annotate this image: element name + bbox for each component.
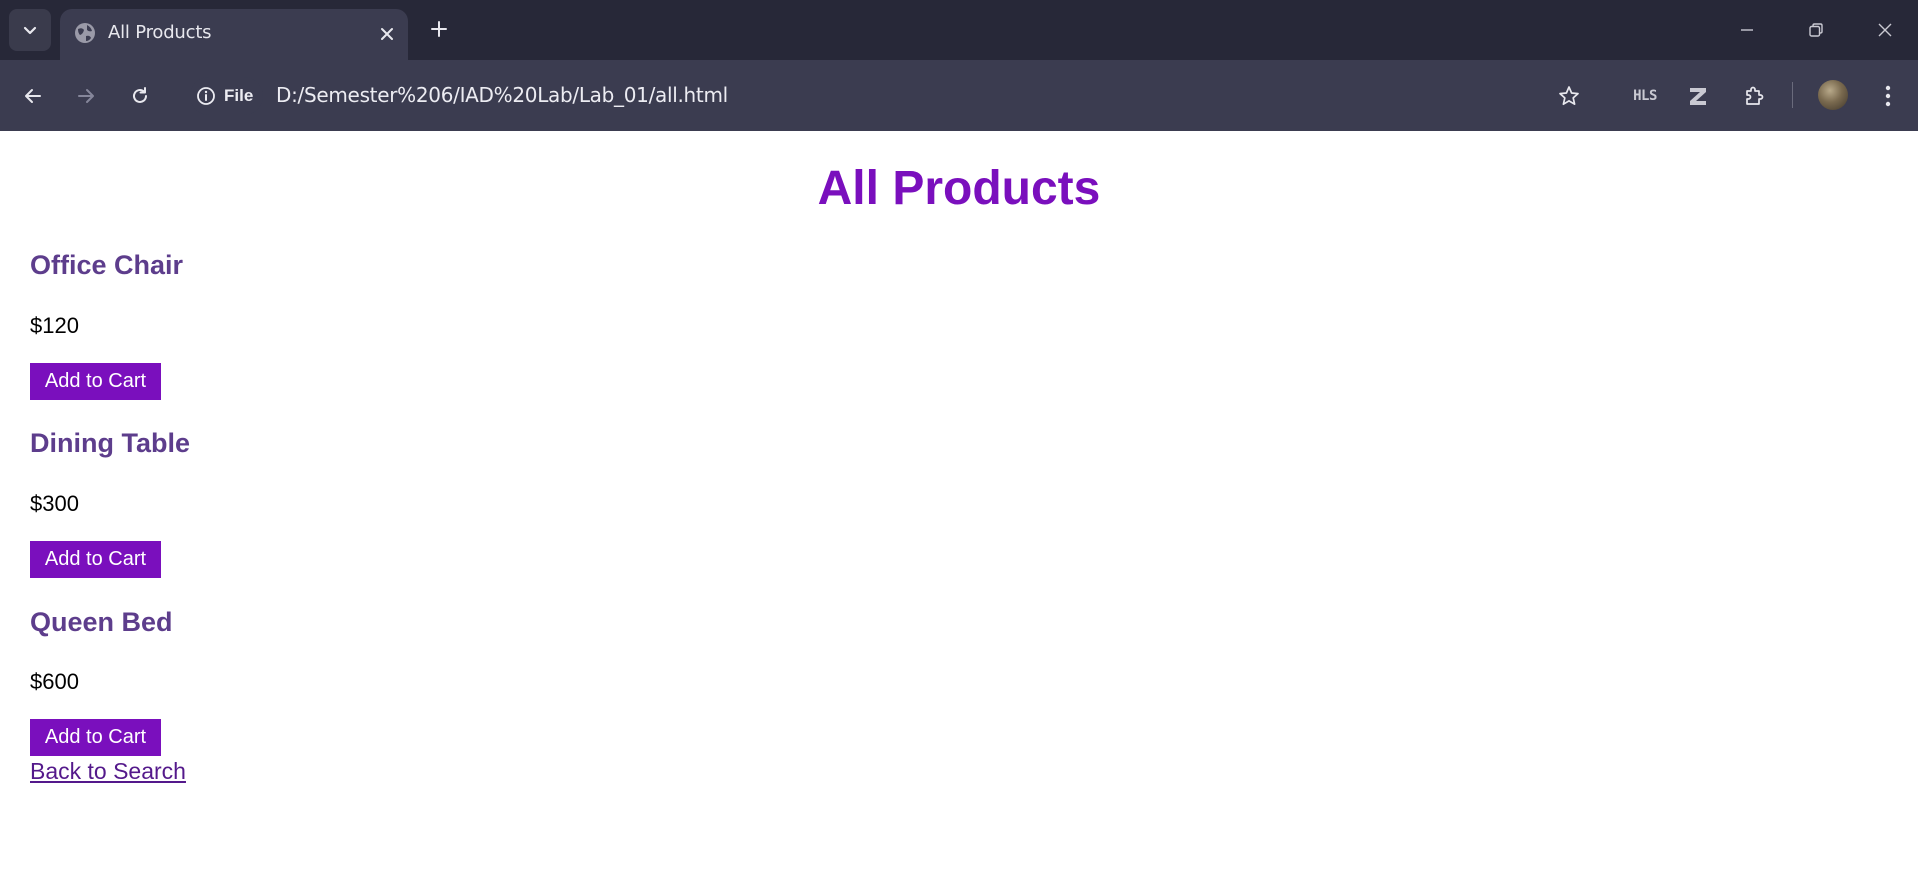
active-tab[interactable]: All Products xyxy=(60,9,408,60)
tab-title: All Products xyxy=(108,22,212,43)
kebab-menu-icon xyxy=(1885,85,1891,107)
info-icon xyxy=(197,87,215,105)
toolbar-divider xyxy=(1792,82,1793,108)
bookmark-button[interactable] xyxy=(1551,78,1587,114)
z-logo-icon xyxy=(1690,88,1706,105)
product-name: Dining Table xyxy=(30,428,190,458)
close-icon xyxy=(1878,23,1892,37)
product-name: Queen Bed xyxy=(30,607,173,637)
tab-strip: All Products xyxy=(0,0,1918,60)
add-to-cart-button[interactable]: Add to Cart xyxy=(30,363,161,400)
browser-toolbar: File D:/Semester%206/IAD%20Lab/Lab_01/al… xyxy=(0,60,1918,131)
tab-search-button[interactable] xyxy=(9,9,51,51)
address-bar[interactable]: D:/Semester%206/IAD%20Lab/Lab_01/all.htm… xyxy=(276,83,728,107)
back-button[interactable] xyxy=(15,78,51,114)
close-icon xyxy=(381,28,393,40)
arrow-left-icon xyxy=(25,89,41,103)
new-tab-button[interactable] xyxy=(424,14,454,44)
zotero-extension-button[interactable] xyxy=(1680,78,1716,114)
close-window-button[interactable] xyxy=(1860,10,1910,50)
forward-button[interactable] xyxy=(68,78,104,114)
add-to-cart-button[interactable]: Add to Cart xyxy=(30,541,161,578)
product-name: Office Chair xyxy=(30,250,184,280)
profile-avatar[interactable] xyxy=(1818,80,1848,110)
product-price: $600 xyxy=(30,669,79,694)
product-price: $120 xyxy=(30,313,79,338)
back-to-search-link[interactable]: Back to Search xyxy=(30,758,186,785)
hls-extension-button[interactable]: HLS xyxy=(1627,78,1663,114)
reload-icon xyxy=(133,87,147,103)
arrow-right-icon xyxy=(78,89,94,103)
page-content: All Products Office Chair $120 Add to Ca… xyxy=(0,131,1918,879)
puzzle-icon xyxy=(1746,86,1764,105)
hls-extension-icon: HLS xyxy=(1633,88,1657,104)
site-info-button[interactable]: File xyxy=(190,77,264,115)
plus-icon xyxy=(431,21,447,37)
menu-button[interactable] xyxy=(1870,78,1906,114)
minimize-icon xyxy=(1741,29,1753,31)
page-title: All Products xyxy=(817,162,1101,215)
minimize-button[interactable] xyxy=(1722,10,1772,50)
globe-icon xyxy=(75,23,95,43)
star-icon xyxy=(1559,86,1579,106)
extensions-button[interactable] xyxy=(1736,78,1772,114)
tab-close-button[interactable] xyxy=(374,21,400,47)
restore-icon xyxy=(1809,23,1823,37)
chevron-down-icon xyxy=(23,26,37,35)
site-info-label: File xyxy=(224,86,254,105)
restore-button[interactable] xyxy=(1791,10,1841,50)
reload-button[interactable] xyxy=(122,78,158,114)
add-to-cart-button[interactable]: Add to Cart xyxy=(30,719,161,756)
product-price: $300 xyxy=(30,491,79,516)
